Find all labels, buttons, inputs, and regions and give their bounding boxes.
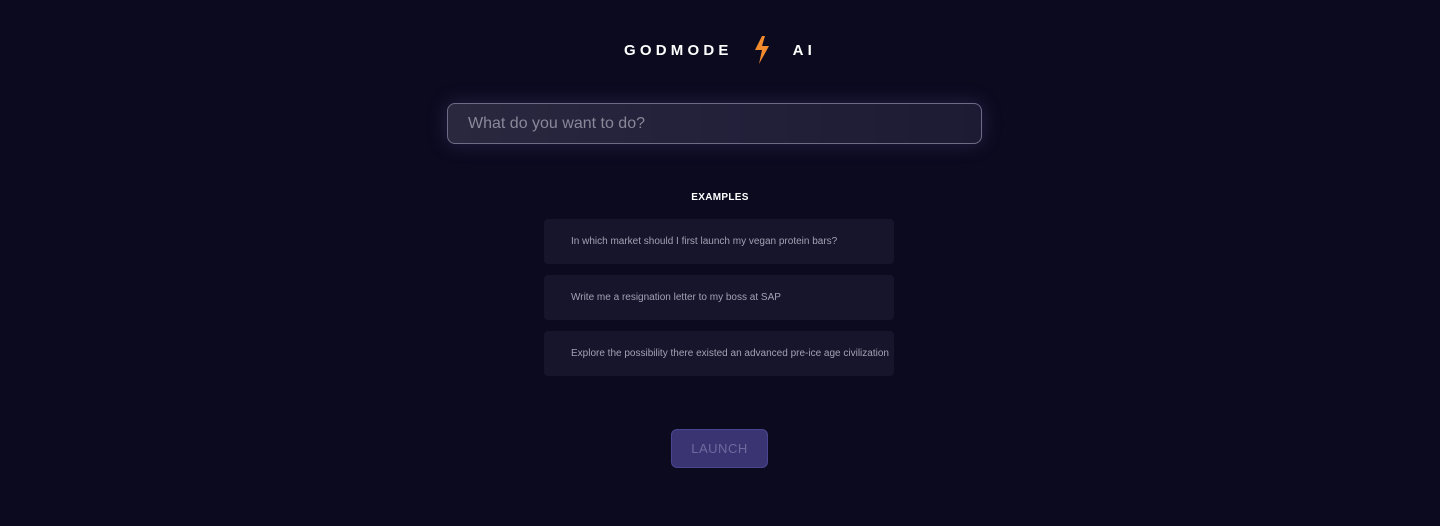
example-card-label: In which market should I first launch my… (571, 236, 838, 247)
example-card[interactable]: Explore the possibility there existed an… (544, 331, 894, 376)
example-card[interactable]: Write me a resignation letter to my boss… (544, 275, 894, 320)
search-box[interactable] (447, 103, 982, 144)
example-card[interactable]: In which market should I first launch my… (544, 219, 894, 264)
logo-text-left: GODMODE (624, 41, 733, 59)
example-card-label: Explore the possibility there existed an… (571, 348, 889, 359)
logo-text-right: AI (792, 41, 816, 59)
search-input[interactable] (448, 104, 981, 143)
lightning-bolt-icon (751, 35, 773, 65)
page: GODMODE AI EXAMPLES In which market shou… (0, 0, 1440, 526)
logo: GODMODE AI (0, 32, 1440, 68)
example-card-label: Write me a resignation letter to my boss… (571, 292, 781, 303)
launch-button[interactable]: LAUNCH (671, 429, 768, 468)
examples-heading: EXAMPLES (691, 192, 749, 203)
